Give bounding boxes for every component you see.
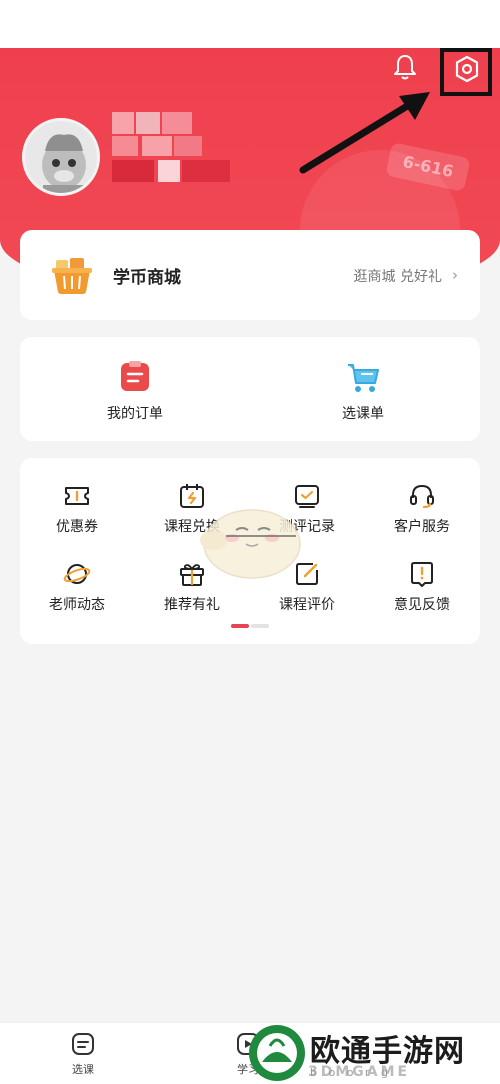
- tab-course-label: 选课: [72, 1063, 94, 1076]
- coin-mall-card[interactable]: 学币商城 逛商城 兑好礼 ›: [20, 230, 480, 320]
- page-indicator-inactive: [251, 624, 269, 628]
- feedback-button[interactable]: 意见反馈: [372, 560, 472, 614]
- course-cart-button[interactable]: 选课单: [288, 359, 438, 423]
- teacher-news-label: 老师动态: [49, 597, 105, 613]
- shopping-cart-icon: [348, 364, 379, 392]
- feedback-label: 意见反馈: [394, 597, 450, 613]
- orders-card: 我的订单 选课单: [20, 337, 480, 441]
- course-cart-label: 选课单: [342, 406, 384, 422]
- course-icon: [72, 1033, 94, 1055]
- watermark-mascot-image: [200, 509, 301, 579]
- watermark-url: b o o r g: [310, 1066, 392, 1079]
- headset-icon: [410, 484, 434, 509]
- chevron-right-icon: ›: [452, 266, 458, 284]
- avatar[interactable]: [22, 118, 100, 196]
- page-indicator: [231, 624, 269, 628]
- user-name-blurred: [112, 112, 232, 182]
- customer-service-button[interactable]: 客户服务: [372, 482, 472, 536]
- gear-icon[interactable]: [452, 54, 482, 84]
- coin-mall-title: 学币商城: [113, 268, 181, 288]
- tab-course[interactable]: 选课: [43, 1031, 123, 1077]
- coin-mall-link[interactable]: 逛商城 兑好礼: [354, 266, 442, 286]
- annotation-arrow: [299, 92, 430, 174]
- feedback-icon: [411, 562, 433, 587]
- teacher-news-button[interactable]: 老师动态: [27, 560, 127, 614]
- status-bar-area: [0, 0, 500, 48]
- page-indicator-active: [231, 624, 249, 628]
- my-orders-label: 我的订单: [107, 406, 163, 422]
- order-list-icon: [121, 361, 149, 391]
- referral-gift-label: 推荐有礼: [164, 597, 220, 613]
- course-review-label: 课程评价: [279, 597, 335, 613]
- coupon-button[interactable]: 优惠券: [27, 482, 127, 536]
- my-orders-button[interactable]: 我的订单: [60, 359, 210, 423]
- basket-icon: [52, 258, 92, 294]
- watermark-logo-icon: [249, 1025, 305, 1081]
- coupon-icon: [65, 487, 89, 505]
- coupon-label: 优惠券: [56, 519, 98, 535]
- site-watermark: 欧通手游网 3DMGAME b o o r g: [248, 1022, 500, 1084]
- planet-icon: [63, 564, 91, 584]
- customer-service-label: 客户服务: [394, 519, 450, 535]
